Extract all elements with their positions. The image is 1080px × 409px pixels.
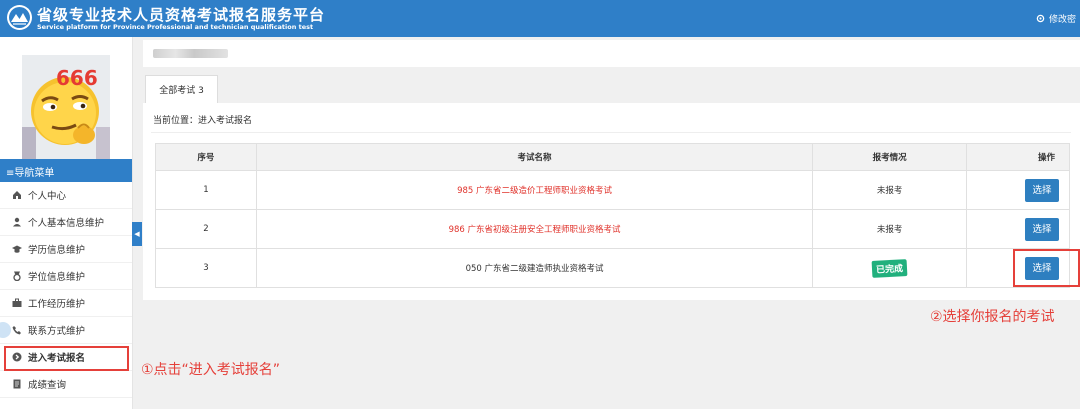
- settings-icon: [1036, 14, 1045, 23]
- platform-subtitle: Service platform for Province Profession…: [37, 23, 314, 31]
- table-row: 1 985 广东省二级造价工程师职业资格考试 未报考 选择: [155, 170, 1070, 210]
- sidebar-item-contact[interactable]: 联系方式维护: [0, 317, 132, 344]
- column-header-exam-name: 考试名称: [255, 143, 814, 171]
- phone-icon: [12, 325, 22, 335]
- column-header-no: 序号: [155, 143, 257, 171]
- exam-panel: 当前位置：进入考试报名 序号 考试名称 报考情况 操作 1 985 广东省二级造…: [143, 103, 1080, 300]
- row-number: 3: [155, 248, 257, 288]
- app-header: 省级专业技术人员资格考试报名服务平台 Service platform for …: [0, 0, 1080, 37]
- document-icon: [12, 379, 22, 389]
- sidebar-item-label: 联系方式维护: [28, 326, 86, 337]
- user-info-bar: [143, 40, 1080, 67]
- registration-status: 未报考: [812, 170, 968, 210]
- sidebar-item-label: 个人中心: [28, 191, 67, 202]
- select-button[interactable]: 选择: [1025, 178, 1059, 202]
- exam-name: 050 广东省二级建造师执业资格考试: [255, 248, 814, 288]
- platform-title: 省级专业技术人员资格考试报名服务平台: [37, 6, 326, 24]
- table-row: 3 050 广东省二级建造师执业资格考试 已完成 选择: [155, 248, 1070, 288]
- emoji-avatar-icon: 666: [22, 55, 110, 165]
- avatar-text: 666: [56, 66, 98, 90]
- sidebar-collapse-button[interactable]: ◀: [132, 222, 142, 246]
- sidebar-item-label: 工作经历维护: [28, 299, 86, 310]
- exam-name: 986 广东省初级注册安全工程师职业资格考试: [255, 209, 814, 249]
- sidebar-item-label: 学历信息维护: [28, 245, 86, 256]
- medal-icon: [12, 271, 22, 281]
- sidebar-item-label: 成绩查询: [28, 380, 67, 391]
- graduation-cap-icon: [12, 244, 22, 254]
- home-icon: [12, 190, 22, 200]
- avatar[interactable]: 666: [22, 55, 110, 165]
- action-cell: 选择: [966, 209, 1070, 249]
- change-password-label: 修改密: [1048, 15, 1076, 25]
- change-password-link[interactable]: 修改密: [1036, 12, 1076, 25]
- annotation-step-2: ②选择你报名的考试: [930, 309, 1055, 325]
- sidebar-item-basic-info[interactable]: 个人基本信息维护: [0, 209, 132, 236]
- column-header-action: 操作: [966, 143, 1070, 171]
- sidebar-item-label: 学位信息维护: [28, 272, 86, 283]
- sidebar-item-personal-center[interactable]: 个人中心: [0, 182, 132, 209]
- registration-status: 已完成: [812, 248, 968, 288]
- divider: [151, 132, 1071, 133]
- briefcase-icon: [12, 298, 22, 308]
- platform-logo-icon: [7, 5, 32, 30]
- sidebar-item-degree[interactable]: 学位信息维护: [0, 263, 132, 290]
- registration-status: 未报考: [812, 209, 968, 249]
- table-row: 2 986 广东省初级注册安全工程师职业资格考试 未报考 选择: [155, 209, 1070, 249]
- row-number: 2: [155, 209, 257, 249]
- nav-menu-title: ≡导航菜单: [0, 159, 132, 182]
- annotation-step-1: ①点击“进入考试报名”: [141, 362, 281, 378]
- chevron-left-icon: ◀: [134, 230, 140, 238]
- completed-stamp: 已完成: [871, 258, 908, 278]
- breadcrumb: 当前位置：进入考试报名: [153, 116, 253, 126]
- sidebar-item-label: 个人基本信息维护: [28, 218, 105, 229]
- blurred-username: [153, 49, 228, 58]
- sidebar-item-score-query[interactable]: 成绩查询: [0, 371, 132, 398]
- highlight-box-exam-registration: [4, 346, 129, 371]
- sidebar-item-education[interactable]: 学历信息维护: [0, 236, 132, 263]
- select-button[interactable]: 选择: [1025, 217, 1059, 241]
- column-header-status: 报考情况: [812, 143, 968, 171]
- user-icon: [12, 217, 22, 227]
- exam-name: 985 广东省二级造价工程师职业资格考试: [255, 170, 814, 210]
- row-number: 1: [155, 170, 257, 210]
- tab-all-exams[interactable]: 全部考试 3: [145, 75, 218, 103]
- exam-table: 序号 考试名称 报考情况 操作 1 985 广东省二级造价工程师职业资格考试 未…: [155, 143, 1070, 288]
- sidebar-item-work-history[interactable]: 工作经历维护: [0, 290, 132, 317]
- highlight-box-select-button: [1013, 249, 1080, 287]
- table-header-row: 序号 考试名称 报考情况 操作: [155, 143, 1070, 171]
- action-cell: 选择: [966, 170, 1070, 210]
